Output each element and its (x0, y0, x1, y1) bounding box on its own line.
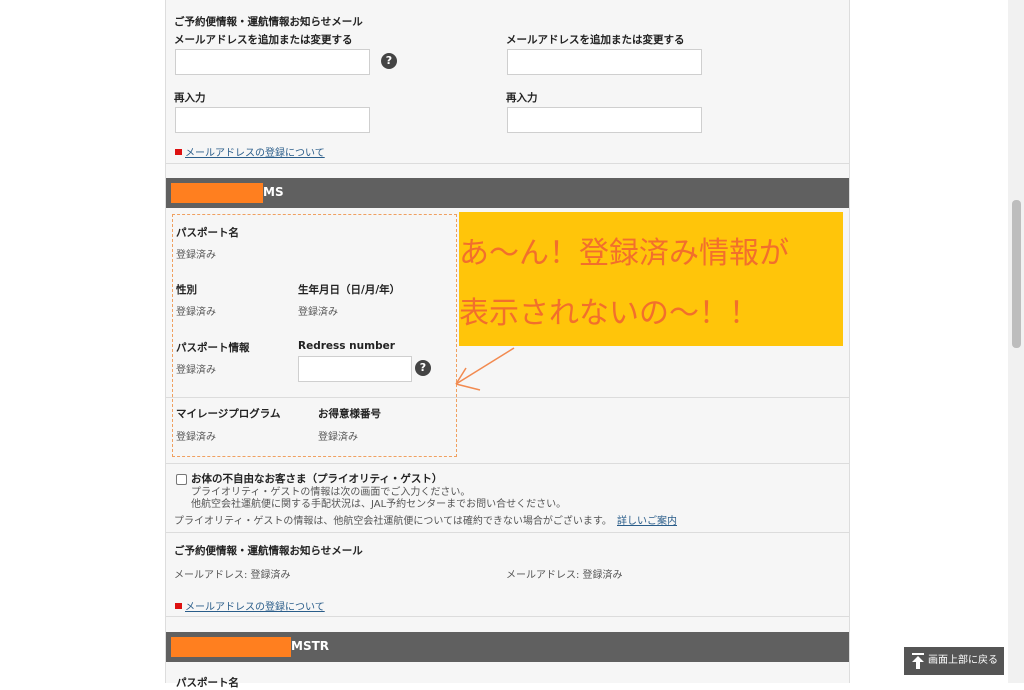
email-reenter-input-1[interactable] (175, 107, 370, 133)
mail-section-heading: ご予約便情報・運航情報お知らせメール (174, 16, 363, 28)
divider (166, 532, 849, 533)
passenger-name-suffix: MSTR (291, 639, 330, 653)
priority-guest-line2: 他航空会社運航便に関する手配状況は、JAL予約センターまでお問い合せください。 (191, 499, 567, 510)
redacted-name (171, 637, 291, 657)
email-input-2[interactable] (507, 49, 702, 75)
external-link-icon (175, 148, 182, 155)
passport-info-value: 登録済み (176, 365, 216, 376)
arrow-up-icon (912, 653, 924, 669)
redress-label: Redress number (298, 340, 395, 352)
email-reenter-input-2[interactable] (507, 107, 702, 133)
mail-value-2: メールアドレス: 登録済み (506, 570, 623, 581)
email-registration-link-2-label[interactable]: メールアドレスの登録について (185, 602, 325, 613)
annotation-note: あ〜ん！登録済み情報が 表示されないの〜！！ (459, 212, 843, 346)
help-icon[interactable]: ? (415, 360, 431, 376)
divider (166, 397, 849, 398)
divider (166, 616, 849, 617)
priority-guest-checkbox[interactable] (176, 474, 187, 485)
gender-value: 登録済み (176, 307, 216, 318)
reenter-label-1: 再入力 (174, 92, 206, 104)
passenger-header-2: MSTR (166, 632, 849, 662)
email-label-2: メールアドレスを追加または変更する (506, 34, 685, 46)
priority-guest-info-link[interactable]: 詳しいご案内 (617, 512, 677, 527)
passport-name-label: パスポート名 (176, 227, 239, 239)
email-input-1[interactable] (175, 49, 370, 75)
birthdate-label: 生年月日（日/月/年） (298, 284, 401, 296)
divider (166, 163, 849, 164)
redress-number-input[interactable] (298, 356, 412, 382)
divider (166, 463, 849, 464)
mileage-label: マイレージプログラム (176, 408, 281, 420)
birthdate-value: 登録済み (298, 307, 338, 318)
annotation-line-2: 表示されないの〜！！ (459, 296, 759, 331)
mileage-value: 登録済み (176, 432, 216, 443)
email-registration-link-2[interactable]: メールアドレスの登録について (175, 595, 325, 614)
mail-value-1: メールアドレス: 登録済み (174, 570, 291, 581)
customer-number-value: 登録済み (318, 432, 358, 443)
help-icon[interactable]: ? (381, 53, 397, 69)
page-scrollbar[interactable] (1008, 0, 1024, 683)
passport-name-value: 登録済み (176, 250, 216, 261)
scrollbar-thumb[interactable] (1012, 200, 1021, 348)
reenter-label-2: 再入力 (506, 92, 538, 104)
email-registration-link-label[interactable]: メールアドレスの登録について (185, 148, 325, 159)
external-link-icon (175, 602, 182, 609)
email-label-1: メールアドレスを追加または変更する (174, 34, 353, 46)
mail-heading: ご予約便情報・運航情報お知らせメール (174, 545, 363, 557)
passport-info-label: パスポート情報 (176, 342, 250, 354)
annotation-line-1: あ〜ん！登録済み情報が (459, 236, 789, 271)
back-to-top-label: 画面上部に戻る (928, 655, 998, 666)
gender-label: 性別 (176, 284, 197, 296)
redacted-name (171, 183, 263, 203)
passenger-name-suffix: MS (263, 185, 284, 199)
back-to-top-button[interactable]: 画面上部に戻る (904, 647, 1004, 675)
email-registration-link[interactable]: メールアドレスの登録について (175, 141, 325, 160)
passenger-header-1: MS (166, 178, 849, 208)
priority-guest-note: プライオリティ・ゲストの情報は、他航空会社運航便については確約できない場合がござ… (174, 516, 612, 527)
customer-number-label: お得意様番号 (318, 408, 381, 420)
annotation-arrow-icon (455, 347, 515, 391)
